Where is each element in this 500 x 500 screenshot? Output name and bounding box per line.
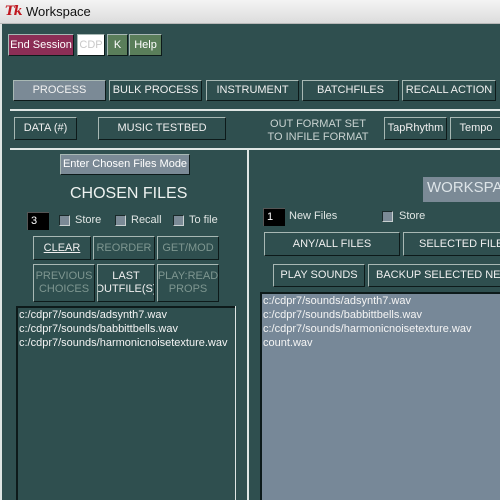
list-item[interactable]: c:/cdpr7/sounds/adsynth7.wav xyxy=(18,308,235,322)
play-sounds-button[interactable]: PLAY SOUNDS xyxy=(273,264,365,287)
workspace-files-list[interactable]: c:/cdpr7/sounds/adsynth7.wav c:/cdpr7/so… xyxy=(260,292,500,500)
window-title: Workspace xyxy=(26,4,91,19)
store-checkbox[interactable] xyxy=(59,215,70,226)
tap-rhythm-button[interactable]: TapRhythm xyxy=(384,117,447,140)
enter-chosen-files-mode-button[interactable]: Enter Chosen Files Mode xyxy=(60,154,190,175)
recall-label: Recall xyxy=(131,214,162,226)
tab-recall-action[interactable]: RECALL ACTION xyxy=(402,80,496,101)
tab-batchfiles[interactable]: BATCHFILES xyxy=(302,80,399,101)
tab-instrument[interactable]: INSTRUMENT xyxy=(206,80,299,101)
panel-divider xyxy=(247,150,249,500)
divider xyxy=(10,109,500,111)
previous-choices-button[interactable]: PREVIOUS CHOICES xyxy=(33,264,95,302)
workspace-store-label: Store xyxy=(399,210,426,222)
list-border xyxy=(235,306,236,500)
play-read-props-button[interactable]: PLAY:READ PROPS xyxy=(157,264,219,302)
tempo-button[interactable]: Tempo xyxy=(450,117,500,140)
new-files-label: New Files xyxy=(289,210,338,222)
store-label: Store xyxy=(75,214,102,226)
divider xyxy=(10,148,500,150)
new-files-count-field[interactable]: 1 xyxy=(263,208,285,226)
list-item[interactable]: c:/cdpr7/sounds/harmonicnoisetexture.wav xyxy=(262,322,500,336)
workspace-store-checkbox[interactable] xyxy=(382,211,393,222)
list-item[interactable]: c:/cdpr7/sounds/adsynth7.wav xyxy=(262,294,500,308)
tk-logo-icon: Tk xyxy=(5,4,23,19)
format-info: OUT FORMAT SET TO INFILE FORMAT xyxy=(267,118,369,143)
get-mod-button[interactable]: GET/MOD xyxy=(157,236,219,260)
workspace-window: End Session CDP K Help PROCESS BULK PROC… xyxy=(0,24,500,500)
help-button[interactable]: Help xyxy=(129,34,162,56)
data-button[interactable]: DATA (#) xyxy=(14,117,77,140)
k-button[interactable]: K xyxy=(107,34,128,56)
list-item[interactable]: c:/cdpr7/sounds/babbittbells.wav xyxy=(262,308,500,322)
to-file-label: To file xyxy=(189,214,218,226)
tab-bulk-process[interactable]: BULK PROCESS xyxy=(109,80,202,101)
to-file-checkbox[interactable] xyxy=(173,215,184,226)
selected-files-only-button[interactable]: SELECTED FILES ONLY xyxy=(403,232,500,256)
end-session-button[interactable]: End Session xyxy=(8,34,74,56)
backup-selected-new-files-button[interactable]: BACKUP SELECTED NEW FILES xyxy=(368,264,500,287)
music-testbed-button[interactable]: MUSIC TESTBED xyxy=(98,117,226,140)
cdp-button[interactable]: CDP xyxy=(77,34,105,56)
list-item[interactable]: c:/cdpr7/sounds/babbittbells.wav xyxy=(18,322,235,336)
any-all-files-button[interactable]: ANY/ALL FILES xyxy=(264,232,400,256)
tab-process[interactable]: PROCESS xyxy=(13,80,106,101)
chosen-files-list[interactable]: c:/cdpr7/sounds/adsynth7.wav c:/cdpr7/so… xyxy=(16,306,236,500)
chosen-files-heading: CHOSEN FILES xyxy=(70,185,188,202)
last-outfiles-button[interactable]: LAST OUTFILE(S) xyxy=(97,264,155,302)
clear-button[interactable]: CLEAR xyxy=(33,236,91,260)
title-bar: Tk Workspace xyxy=(0,0,500,24)
reorder-button[interactable]: REORDER xyxy=(93,236,155,260)
chosen-count-field[interactable]: 3 xyxy=(27,212,49,230)
workspace-heading: WORKSPACE xyxy=(423,177,500,202)
list-item[interactable]: c:/cdpr7/sounds/harmonicnoisetexture.wav xyxy=(18,336,235,350)
list-item[interactable]: count.wav xyxy=(262,336,500,350)
recall-checkbox[interactable] xyxy=(115,215,126,226)
